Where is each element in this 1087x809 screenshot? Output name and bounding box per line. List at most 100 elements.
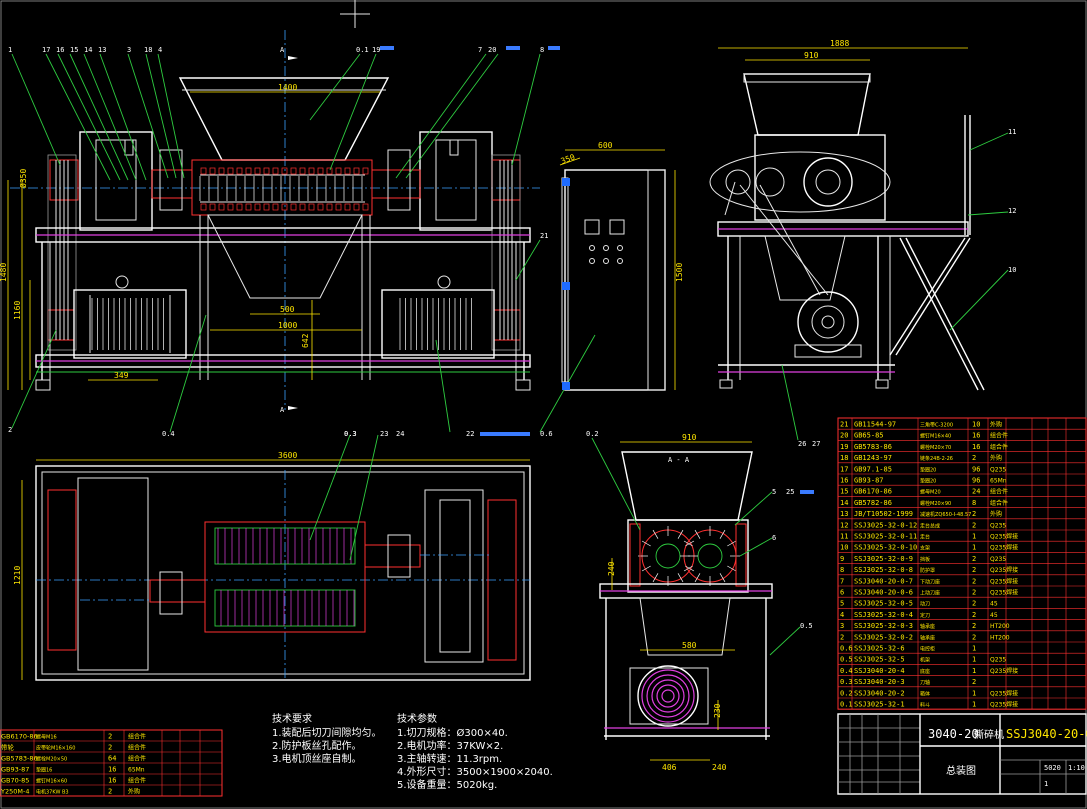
bom-row-mat: 45 <box>990 601 998 608</box>
dim-front-h4: 642 <box>301 333 310 348</box>
callout-17: 17 <box>42 46 50 54</box>
tech-param-line-5: 5.设备重量：5020kg. <box>397 778 497 791</box>
callout-25: 25 <box>786 488 794 496</box>
bom-row-no: 12 <box>840 521 848 529</box>
bom-row-qty: 1 <box>972 544 976 552</box>
bom-row-name: 轴承座 <box>920 634 935 641</box>
bom-left-code: GB6170-86 <box>1 733 38 741</box>
callout-26: 26 <box>798 440 806 448</box>
dim-sec-low: 580 <box>682 641 697 650</box>
section-mark-a-bottom: A <box>280 406 285 414</box>
bom-row-qty: 1 <box>972 701 976 709</box>
bom-row-qty: 1 <box>972 656 976 664</box>
tech-param-line-1: 1.切刀规格：Ø300×40. <box>397 726 508 739</box>
bom-row-qty: 2 <box>972 510 976 518</box>
bom-row-qty: 96 <box>972 477 980 485</box>
bom-row-code: SSJ3040-20-4 <box>854 667 905 675</box>
bom-row-name: 链条24B-2-26 <box>920 455 953 462</box>
bom-row-no: 5 <box>840 600 844 608</box>
dim-front-motor: 349 <box>114 371 129 380</box>
bom-left-name: 螺母M16 <box>36 734 57 741</box>
dim-front-h2: 1480 <box>0 263 8 282</box>
bom-row-code: SSJ3025-32-1 <box>854 701 905 709</box>
dim-sec-mid: 240 <box>607 561 616 576</box>
bom-row-no: 10 <box>840 544 848 552</box>
bom-row-name: 走台总成 <box>920 522 940 529</box>
callout-6: 6 <box>772 534 776 542</box>
tech-param-line-3: 3.主轴转速：11.3rpm. <box>397 752 502 765</box>
bom-row-no: 6 <box>840 589 844 597</box>
bom-row-code: GB97.1-85 <box>854 465 892 473</box>
bom-left-qty: 16 <box>108 766 116 774</box>
bom-row-no: 0.6 <box>840 645 853 653</box>
bom-row-no: 4 <box>840 611 844 619</box>
dim-cabinet-h: 1500 <box>675 263 684 282</box>
dim-plan-h: 1210 <box>13 566 22 585</box>
plan-view: 3600 1210 0.3 23 24 <box>13 430 531 681</box>
bom-row-code: SSJ3040-20-0-7 <box>854 577 913 585</box>
tech-param-title: 技术参数 <box>397 712 437 725</box>
bom-row-name: 螺钉M16×40 <box>920 433 951 440</box>
front-gearbox-right <box>419 131 493 231</box>
dim-sec-b2: 240 <box>712 763 727 772</box>
callout-18: 18 <box>144 46 152 54</box>
bom-row-qty: 2 <box>972 678 976 686</box>
callout-20: 20 <box>488 46 496 54</box>
bom-row-name: 垫圈20 <box>920 466 936 473</box>
bom-left-mat: 外购 <box>128 788 140 796</box>
bom-left-mat: 组合件 <box>128 777 146 785</box>
bom-row-name: 减速机ZQ650-I-48.57 <box>920 511 971 518</box>
dim-front-hopper: 1400 <box>278 83 297 92</box>
bom-row-mat: 外购 <box>990 510 1002 518</box>
dim-front-inner: 500 <box>280 305 295 314</box>
bom-row-no: 18 <box>840 454 848 462</box>
bom-left-table: GB6170-86螺母M16 2 组合件带轮 皮带轮M16×160 2 组合件GB5783… <box>0 729 223 797</box>
bom-row-mat: 外购 <box>990 454 1002 462</box>
bom-row-mat: Q235焊接 <box>990 667 1018 675</box>
bom-row-name: 挡板 <box>920 556 930 563</box>
dim-front-h1: Ø350 <box>18 169 28 188</box>
bom-left-name: 垫圈16 <box>36 767 52 774</box>
callout-8: 8 <box>540 46 544 54</box>
bom-row-code: SSJ3025-32-5 <box>854 656 905 664</box>
tech-param-line-2: 2.电机功率：37KW×2. <box>397 739 503 752</box>
bom-row-no: 2 <box>840 633 844 641</box>
bom-row-code: JB/T10502-1999 <box>854 510 913 518</box>
section-mark-a-top: A <box>280 46 285 54</box>
bom-row-code: SSJ3025-32-0-5 <box>854 600 913 608</box>
dim-cabinet-d: 350 <box>560 152 577 165</box>
bom-row-no: 3 <box>840 622 844 630</box>
bom-row-name: 上动刀座 <box>920 590 940 597</box>
dim-side-total: 1888 <box>830 39 849 48</box>
bom-row-mat: 组合件 <box>990 488 1008 496</box>
bom-row-code: GB1243-97 <box>854 454 892 462</box>
bom-row-name: 底座 <box>920 668 930 675</box>
tech-req-line-2: 2.防护板丝孔配作。 <box>272 739 362 752</box>
bom-row-mat: 组合件 <box>990 499 1008 507</box>
bom-row-mat: Q235 <box>990 556 1006 563</box>
bom-row-qty: 1 <box>972 645 976 653</box>
title-name: 撕碎机 <box>974 728 1004 741</box>
bom-row-no: 0.1 <box>840 701 853 709</box>
bom-row-qty: 24 <box>972 488 980 496</box>
callout-5: 5 <box>772 488 776 496</box>
bom-row-name: 电控柜 <box>920 646 935 653</box>
bom-row-mat: 组合件 <box>990 443 1008 451</box>
bom-left-name: 皮带轮M16×160 <box>36 745 75 752</box>
bom-row-no: 11 <box>840 533 848 541</box>
bom-row-qty: 16 <box>972 443 980 451</box>
bom-row-mat: Q235 <box>990 466 1006 473</box>
callout-0-6: 0.6 <box>540 430 553 438</box>
bom-row-qty: 1 <box>972 667 976 675</box>
bom-right-table: 21 GB11544-97 三角带C-3200 10 外购20 GB65-85 螺钉M16×… <box>837 417 1087 710</box>
dim-sec-base: 406 <box>662 763 677 772</box>
side-view: 1888 910 11 12 10 26 27 <box>709 39 1016 448</box>
front-gearbox-left <box>79 131 153 231</box>
bom-row-code: SSJ3025-32-0-4 <box>854 611 913 619</box>
bom-row-name: 动刀 <box>920 601 930 608</box>
bom-row-code: SSJ3025-32-6 <box>854 645 905 653</box>
bom-left-mat: 组合件 <box>128 733 146 741</box>
callout-19: 19 <box>372 46 380 54</box>
callout-21: 21 <box>540 232 548 240</box>
front-motor-left <box>73 289 187 359</box>
